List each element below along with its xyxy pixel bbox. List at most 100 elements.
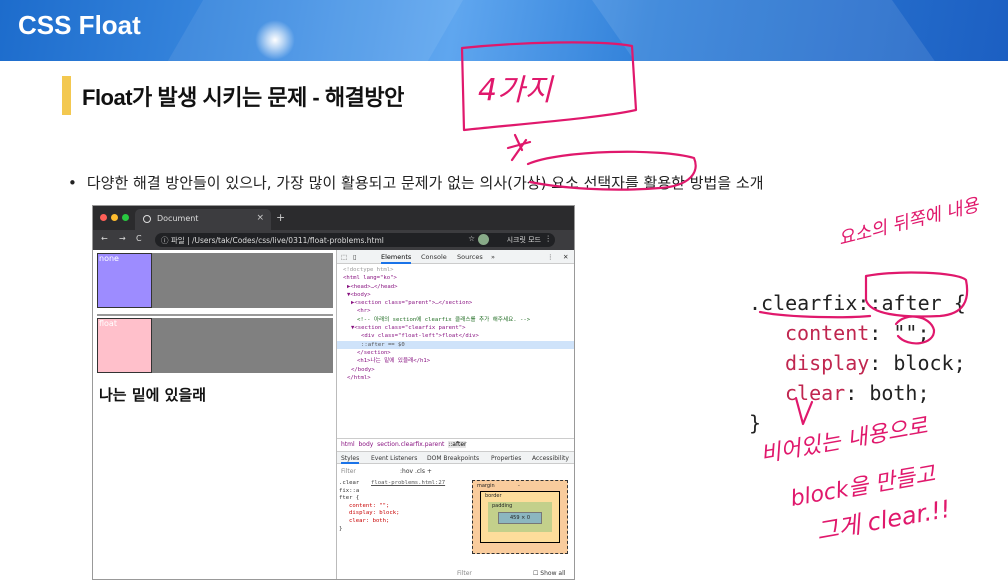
code-value: block;	[893, 351, 966, 375]
note-make-block: block을 만들고	[789, 462, 938, 512]
code-value: "";	[893, 321, 930, 345]
code-prop: display	[785, 351, 870, 375]
note-clear: 그게 clear.!!	[814, 495, 952, 546]
show-all-checkbox[interactable]: ☐ Show all	[533, 570, 565, 577]
padding-box: padding 459 × 0	[488, 502, 552, 532]
dom-line[interactable]: ▼<section class="clearfix parent">	[337, 324, 574, 332]
url-scheme-label: 파일	[170, 236, 185, 245]
incognito-avatar-icon[interactable]	[478, 234, 489, 245]
devtools-tabbar: ⬚ ▯ Elements Console Sources » ⋮ ✕	[337, 250, 574, 264]
device-toggle-icon[interactable]: ▯	[353, 253, 357, 261]
light-flare	[255, 20, 295, 60]
breadcrumb: html body section.clearfix.parent ::afte…	[337, 438, 574, 450]
browser-menu-icon[interactable]: ⋮	[545, 234, 553, 243]
new-tab-button[interactable]: +	[276, 211, 285, 224]
dom-line[interactable]: <html lang="ko">	[337, 274, 574, 282]
page-heading: 나는 밑에 있을래	[99, 386, 207, 404]
clearfix-code-snippet: .clearfix::after { content: ""; display:…	[749, 288, 966, 438]
styles-filter-input[interactable]: Filter	[341, 468, 356, 475]
address-bar-row: ← → C ⓘ 파일 | /Users/tak/Codes/css/live/0…	[93, 230, 574, 250]
dom-line[interactable]: <div class="float-left">float</div>	[337, 332, 574, 340]
devtools-close-icon[interactable]: ✕	[563, 253, 568, 261]
note-four-ways: 4가지	[478, 73, 555, 108]
rule-line[interactable]: clear: both;	[339, 518, 454, 526]
rule-close: }	[339, 525, 343, 532]
dom-line[interactable]: ▶<section class="parent">…</section>	[337, 299, 574, 307]
tab-sources[interactable]: Sources	[457, 253, 483, 261]
bookmark-star-icon[interactable]: ☆	[468, 234, 475, 243]
dom-line[interactable]: <!doctype html>	[337, 266, 574, 274]
dom-line-selected[interactable]: ::after == $0	[337, 340, 574, 349]
dom-line[interactable]: ▼<body>	[337, 291, 574, 299]
tab-accessibility[interactable]: Accessibility	[532, 455, 569, 462]
dom-line[interactable]: </section>	[337, 349, 574, 357]
tab-event-listeners[interactable]: Event Listeners	[371, 455, 417, 462]
inspect-icon[interactable]: ⬚	[341, 253, 347, 261]
border-box: border padding 459 × 0	[480, 491, 560, 543]
box-none-label: none	[99, 254, 119, 263]
tab-properties[interactable]: Properties	[491, 455, 521, 462]
browser-tab[interactable]: Document ×	[135, 209, 271, 230]
dom-line[interactable]: </html>	[337, 374, 574, 382]
maximize-window-button[interactable]	[122, 214, 129, 221]
back-arrow-icon[interactable]: ←	[101, 234, 108, 243]
content-box: 459 × 0	[498, 512, 542, 524]
url-text: /Users/tak/Codes/css/live/0311/float-pro…	[192, 236, 384, 245]
devtools-menu-icon[interactable]: ⋮	[547, 253, 554, 261]
tab-dom-breakpoints[interactable]: DOM Breakpoints	[427, 455, 479, 462]
tab-title: Document	[157, 214, 199, 223]
padding-label: padding	[492, 503, 513, 509]
show-all-label: Show all	[540, 570, 566, 577]
box-float-label: float	[99, 319, 117, 328]
crumb-section[interactable]: section.clearfix.parent	[377, 441, 444, 448]
bullet-marker: •	[68, 174, 77, 192]
tab-elements[interactable]: Elements	[381, 253, 412, 264]
border-label: border	[485, 493, 502, 499]
margin-label: margin	[477, 483, 495, 489]
code-prop: clear	[785, 381, 846, 405]
note-after-content: 요소의 뒤쪽에 내용	[836, 194, 982, 250]
tab-console[interactable]: Console	[421, 253, 447, 261]
subtitle-accent-bar	[62, 76, 71, 115]
dom-line[interactable]: ▶<head>…</head>	[337, 283, 574, 291]
crumb-after[interactable]: ::after	[448, 441, 467, 448]
url-input[interactable]: ⓘ 파일 | /Users/tak/Codes/css/live/0311/fl…	[155, 233, 555, 247]
more-tabs-icon[interactable]: »	[491, 253, 495, 261]
dom-line[interactable]: <!-- 아래의 section에 clearfix 클래스를 추가 해주세요.…	[337, 316, 574, 324]
tab-bar: Document × +	[93, 206, 574, 230]
crumb-body[interactable]: body	[359, 441, 374, 448]
code-line: content: "";	[785, 321, 930, 345]
globe-icon	[143, 215, 151, 223]
computed-filter-input[interactable]: Filter	[457, 570, 472, 577]
code-value: both;	[869, 381, 930, 405]
crumb-html[interactable]: html	[341, 441, 355, 448]
forward-arrow-icon[interactable]: →	[119, 234, 126, 243]
hov-cls-toggle[interactable]: :hov .cls +	[400, 468, 432, 475]
close-window-button[interactable]	[100, 214, 107, 221]
rule-line[interactable]: content: "";	[339, 503, 454, 511]
dom-line[interactable]: <hr>	[337, 307, 574, 315]
minimize-window-button[interactable]	[111, 214, 118, 221]
page-viewport: none float 나는 밑에 있을래	[93, 250, 336, 579]
dom-line[interactable]: <h1>나는 밑에 있을래</h1>	[337, 357, 574, 365]
slide-title: CSS Float	[18, 10, 141, 40]
close-tab-icon[interactable]: ×	[256, 213, 264, 223]
tab-styles[interactable]: Styles	[341, 455, 360, 464]
box-model-diagram: margin - border padding 459 × 0	[472, 480, 568, 554]
code-prop: content	[785, 321, 870, 345]
rule-line[interactable]: display: block;	[339, 510, 454, 518]
rule-source-link[interactable]: float-problems.html:27	[371, 480, 445, 488]
code-line: clear: both;	[785, 381, 930, 405]
star-mark	[506, 133, 532, 162]
devtools-panel: ⬚ ▯ Elements Console Sources » ⋮ ✕ <!doc…	[336, 250, 574, 579]
styles-tabbar: Styles Event Listeners DOM Breakpoints P…	[337, 451, 574, 464]
code-close: }	[749, 411, 762, 435]
info-icon[interactable]: ⓘ	[161, 236, 169, 245]
slide-header: CSS Float	[0, 0, 1008, 61]
dom-line[interactable]: </body>	[337, 366, 574, 374]
reload-icon[interactable]: C	[136, 234, 142, 243]
margin-value: -	[518, 483, 520, 489]
dom-tree: <!doctype html> <html lang="ko"> ▶<head>…	[337, 266, 574, 382]
horizontal-rule	[97, 314, 333, 316]
rule-selector: .clear fix::a fter {	[339, 480, 360, 502]
